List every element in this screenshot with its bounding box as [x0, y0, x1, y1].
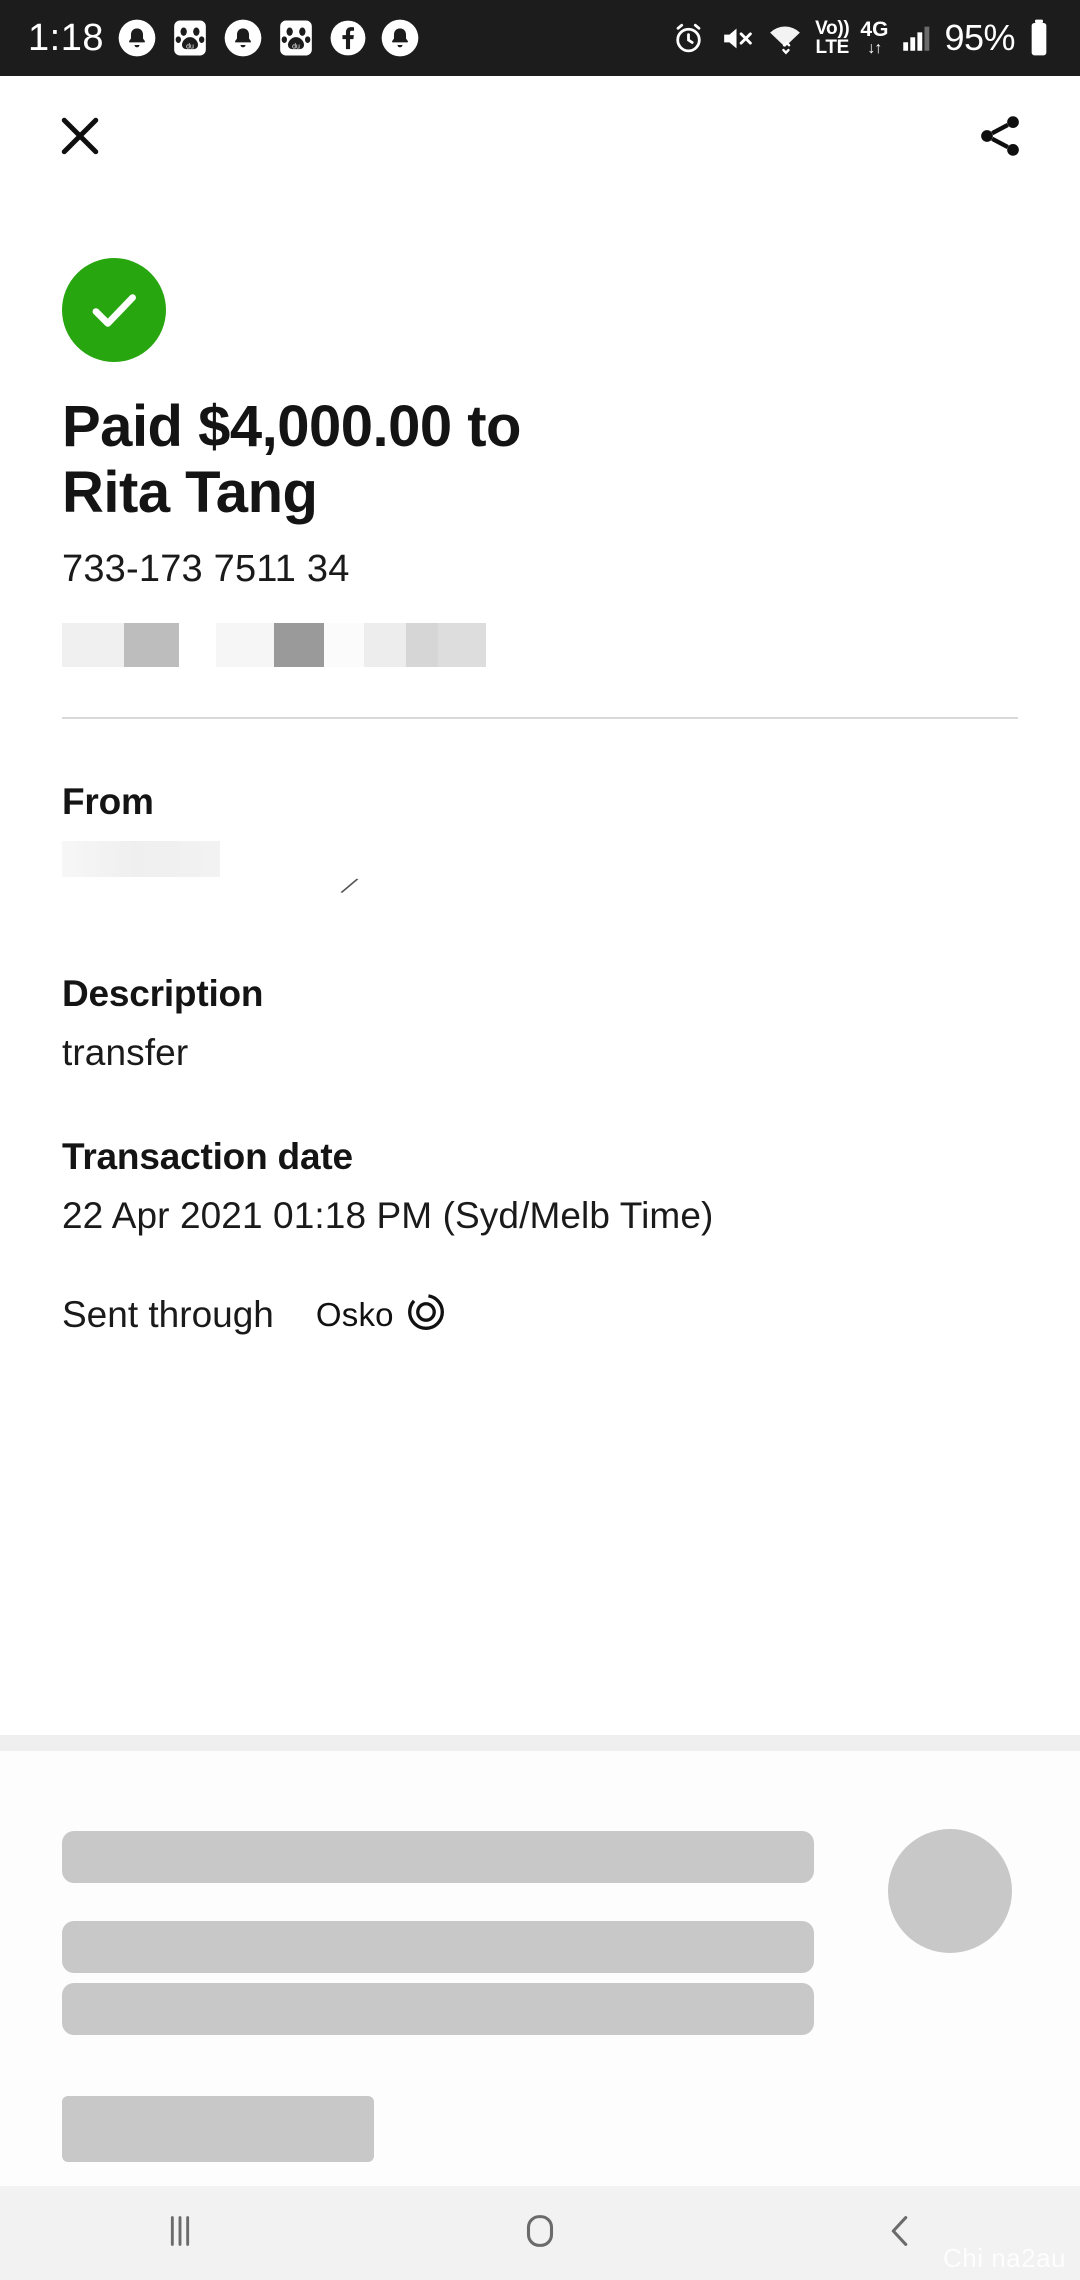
home-button[interactable] [450, 2186, 630, 2280]
loading-skeleton [0, 1751, 1080, 2186]
osko-label: Osko [315, 1295, 394, 1333]
svg-text:du: du [186, 44, 194, 51]
redacted-from-account [62, 841, 220, 878]
volte-indicator: Vo)) LTE [815, 17, 850, 58]
skeleton-bar [62, 2096, 374, 2162]
receipt-header: Paid $4,000.00 to Rita Tang 733-173 7511… [0, 258, 1080, 669]
data-arrows-label: ↓↑ [867, 40, 882, 57]
transaction-date-label: Transaction date [62, 1136, 353, 1178]
status-bar-clock: 1:18 [28, 17, 104, 59]
notification-bell-icon [380, 18, 420, 58]
notification-bell-icon [117, 18, 157, 58]
battery-percent-label: 95% [944, 17, 1015, 58]
recents-button[interactable] [90, 2186, 270, 2280]
stray-mark-icon: ⁄ [343, 871, 358, 902]
sent-through-section: Sent through Osko [62, 1293, 1018, 1336]
close-icon [53, 109, 107, 168]
section-divider [62, 717, 1018, 720]
transaction-date-section: Transaction date 22 Apr 2021 01:18 PM (S… [62, 1136, 1018, 1237]
status-bar-left: 1:18 du du [28, 18, 420, 58]
baidu-app-icon: du [276, 18, 316, 58]
skeleton-bar [62, 1983, 814, 2035]
recents-icon [157, 2208, 203, 2259]
signal-bars-icon [899, 21, 933, 55]
from-section: From ⁄ [62, 781, 1018, 901]
mobile-data-4g-icon: 4G ↓↑ [860, 19, 888, 57]
skeleton-bar [62, 1831, 814, 1883]
phone-screen: 1:18 du du Vo)) LTE 4G ↓↑ 95% Paid $4,00… [0, 0, 1080, 2280]
svg-text:du: du [292, 44, 300, 51]
success-check-icon [62, 258, 166, 362]
osko-badge: Osko [316, 1293, 445, 1336]
sent-through-label: Sent through [62, 1293, 274, 1335]
app-bar [0, 76, 1080, 200]
skeleton-avatar [888, 1829, 1012, 1953]
system-nav-bar: Chi na2au [0, 2186, 1080, 2280]
page-title: Paid $4,000.00 to Rita Tang [62, 394, 521, 526]
status-bar: 1:18 du du Vo)) LTE 4G ↓↑ 95% [0, 0, 1080, 76]
watermark-label: Chi na2au [942, 2243, 1066, 2273]
description-section: Description transfer [62, 973, 1018, 1074]
osko-logo-icon [407, 1293, 445, 1336]
description-label: Description [62, 973, 264, 1015]
facebook-icon [329, 19, 367, 57]
share-icon [974, 110, 1026, 167]
close-button[interactable] [40, 98, 120, 178]
baidu-app-icon: du [170, 18, 210, 58]
volume-muted-icon [718, 20, 755, 57]
transaction-date-value: 22 Apr 2021 01:18 PM (Syd/Melb Time) [62, 1195, 714, 1237]
alarm-clock-icon [670, 20, 707, 57]
home-icon [517, 2208, 563, 2259]
receipt-details: From ⁄ Description transfer Transaction … [0, 781, 1080, 1336]
share-button[interactable] [960, 98, 1040, 178]
wifi-icon [766, 19, 804, 57]
volte-top-label: Vo)) [815, 17, 850, 39]
battery-icon [1026, 18, 1052, 58]
volte-bottom-label: LTE [815, 37, 850, 58]
description-value: transfer [62, 1032, 189, 1074]
notification-bell-icon [223, 18, 263, 58]
sheet-separator [0, 1735, 1080, 1751]
network-type-label: 4G [860, 18, 889, 41]
skeleton-bar [62, 1921, 814, 1973]
from-label: From [62, 781, 154, 823]
status-bar-right: Vo)) LTE 4G ↓↑ 95% [670, 17, 1052, 59]
payee-account-number: 733-173 7511 34 [62, 548, 350, 591]
back-icon [877, 2208, 923, 2259]
redacted-payee-details [62, 623, 1018, 669]
receipt-content: Paid $4,000.00 to Rita Tang 733-173 7511… [0, 200, 1080, 1337]
